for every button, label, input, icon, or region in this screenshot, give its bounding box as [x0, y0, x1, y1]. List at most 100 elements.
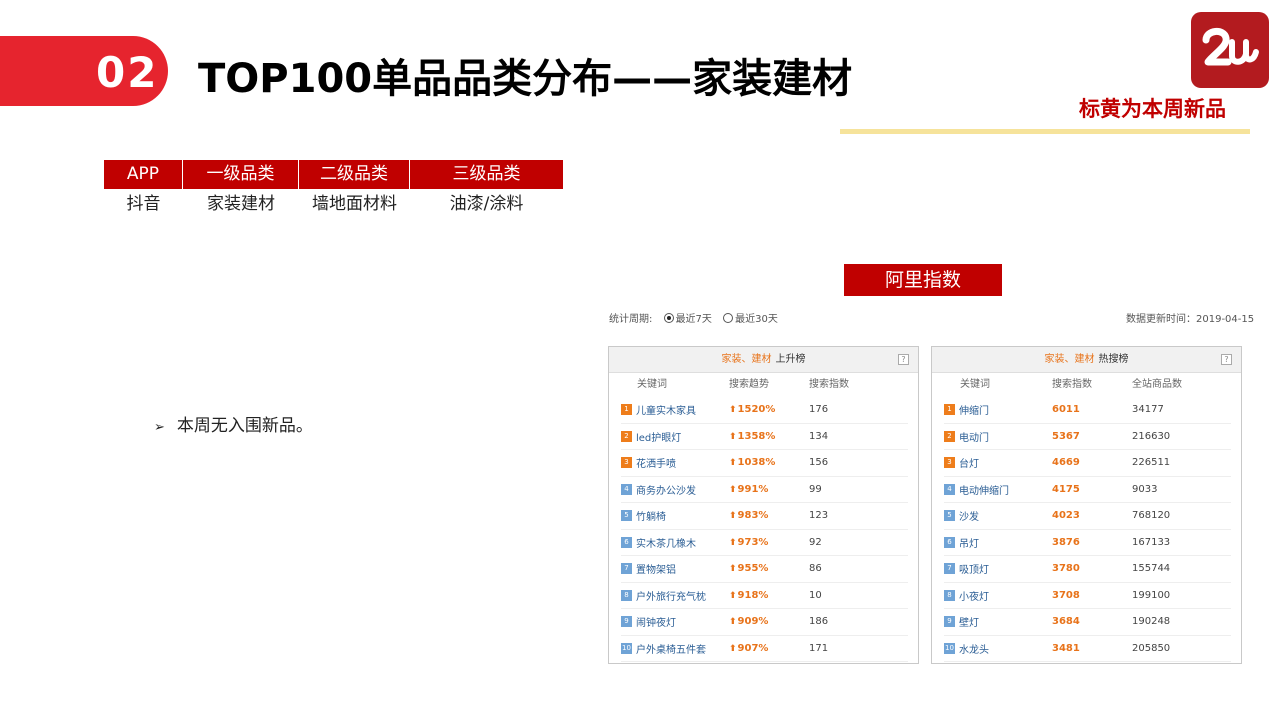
index-cell: 92: [809, 536, 822, 548]
keyword-cell[interactable]: 1 伸缩门: [944, 402, 1052, 417]
keyword-cell[interactable]: 9 壁灯: [944, 614, 1052, 629]
column-keyword: 关键词: [637, 379, 667, 390]
value-text: 991%: [737, 483, 769, 495]
table-row: 6 吊灯 3876 167133: [944, 530, 1231, 556]
rank-badge: 7: [944, 563, 955, 575]
radio-7-days[interactable]: [663, 313, 674, 323]
keyword-link[interactable]: 壁灯: [959, 614, 979, 629]
keyword-cell[interactable]: 7 吸顶灯: [944, 561, 1052, 576]
keyword-cell[interactable]: 8 户外旅行充气枕: [621, 588, 729, 603]
keyword-cell[interactable]: 2 电动门: [944, 429, 1052, 444]
radio-30-days[interactable]: [723, 313, 734, 323]
keyword-cell[interactable]: 10 户外桌椅五件套: [621, 641, 729, 656]
keyword-link[interactable]: 吸顶灯: [959, 561, 989, 576]
keyword-cell[interactable]: 6 实木茶几橡木: [621, 535, 729, 550]
option-7-days[interactable]: 最近7天: [676, 314, 712, 325]
arrow-bullet-icon: ➢: [154, 420, 165, 435]
index-cell: 9033: [1132, 483, 1158, 495]
header-app: APP: [104, 160, 183, 189]
index-cell: 167133: [1132, 536, 1171, 548]
index-cell: 34177: [1132, 404, 1164, 416]
keyword-link[interactable]: 小夜灯: [959, 588, 989, 603]
table-row: 8 户外旅行充气枕 ⬆918% 10: [621, 583, 908, 609]
value-cell: ⬆983%: [729, 510, 809, 521]
keyword-link[interactable]: 电动伸缩门: [959, 482, 1009, 497]
rank-badge: 4: [621, 483, 632, 495]
keyword-cell[interactable]: 6 吊灯: [944, 535, 1052, 550]
arrow-up-icon: ⬆: [729, 564, 737, 575]
keyword-link[interactable]: 置物架铝: [636, 561, 676, 576]
keyword-link[interactable]: 实木茶几橡木: [636, 535, 696, 550]
header-level2: 二级品类: [299, 160, 410, 189]
value-cell: ⬆991%: [729, 484, 809, 495]
keyword-link[interactable]: 台灯: [959, 455, 979, 470]
rising-list-category: 家装、建材: [721, 354, 772, 365]
keyword-cell[interactable]: 1 儿童实木家具: [621, 402, 729, 417]
rank-badge: 5: [944, 510, 955, 522]
table-row: 1 儿童实木家具 ⬆1520% 176: [621, 397, 908, 424]
keyword-cell[interactable]: 3 台灯: [944, 455, 1052, 470]
help-icon[interactable]: ?: [1221, 354, 1232, 365]
value-cell: ⬆973%: [729, 537, 809, 548]
keyword-link[interactable]: 伸缩门: [959, 402, 989, 417]
value-cell: 3708: [1052, 590, 1132, 601]
keyword-cell[interactable]: 5 竹躺椅: [621, 508, 729, 523]
value-cell: 3481: [1052, 643, 1132, 654]
rank-badge: 7: [621, 563, 632, 575]
index-cell: 134: [809, 430, 829, 442]
arrow-up-icon: ⬆: [729, 643, 737, 654]
keyword-cell[interactable]: 4 商务办公沙发: [621, 482, 729, 497]
table-row: 10 户外桌椅五件套 ⬆907% 171: [621, 636, 908, 662]
table-row: 9 壁灯 3684 190248: [944, 609, 1231, 636]
option-30-days[interactable]: 最近30天: [735, 314, 778, 325]
period-label: 统计周期:: [609, 314, 653, 325]
keyword-cell[interactable]: 3 花洒手喷: [621, 455, 729, 470]
keyword-link[interactable]: 电动门: [959, 429, 989, 444]
rank-badge: 9: [621, 616, 632, 628]
rank-badge: 8: [621, 589, 632, 601]
rank-badge: 1: [944, 404, 955, 416]
rising-list-header: 家装、建材 上升榜 ?: [609, 347, 918, 373]
keyword-link[interactable]: led护眼灯: [636, 429, 681, 444]
value-cell: ⬆955%: [729, 563, 809, 574]
value-cell: 3876: [1052, 537, 1132, 548]
table-row: 6 实木茶几橡木 ⬆973% 92: [621, 530, 908, 556]
help-icon[interactable]: ?: [898, 354, 909, 365]
value-text: 973%: [737, 536, 769, 548]
value-text: 1520%: [737, 404, 776, 416]
keyword-link[interactable]: 竹躺椅: [636, 508, 666, 523]
keyword-link[interactable]: 商务办公沙发: [636, 482, 696, 497]
keyword-cell[interactable]: 10 水龙头: [944, 641, 1052, 656]
table-row: 4 电动伸缩门 4175 9033: [944, 477, 1231, 503]
keyword-link[interactable]: 闹钟夜灯: [636, 614, 676, 629]
value-text: 907%: [737, 642, 769, 654]
keyword-link[interactable]: 户外桌椅五件套: [636, 641, 706, 656]
value-text: 4023: [1052, 510, 1080, 522]
rising-list-columns: 关键词 搜索趋势 搜索指数: [609, 373, 918, 397]
keyword-link[interactable]: 沙发: [959, 508, 979, 523]
index-cell: 155744: [1132, 563, 1171, 575]
keyword-link[interactable]: 吊灯: [959, 535, 979, 550]
keyword-link[interactable]: 水龙头: [959, 641, 989, 656]
keyword-cell[interactable]: 5 沙发: [944, 508, 1052, 523]
keyword-link[interactable]: 花洒手喷: [636, 455, 676, 470]
hot-search-rows: 1 伸缩门 6011 34177 2 电动门 5367 216630 3 台灯 4669 226511…: [932, 397, 1241, 662]
period-selector: 统计周期: 最近7天 最近30天: [609, 310, 778, 325]
arrow-up-icon: ⬆: [729, 484, 737, 495]
section-number-badge: 02: [0, 36, 168, 106]
arrow-up-icon: ⬆: [729, 458, 737, 469]
keyword-link[interactable]: 户外旅行充气枕: [636, 588, 706, 603]
value-cell: 6011: [1052, 404, 1132, 415]
index-cell: 99: [809, 483, 822, 495]
keyword-cell[interactable]: 9 闹钟夜灯: [621, 614, 729, 629]
keyword-link[interactable]: 儿童实木家具: [636, 402, 696, 417]
rank-badge: 2: [944, 430, 955, 442]
keyword-cell[interactable]: 4 电动伸缩门: [944, 482, 1052, 497]
hot-search-kind: 热搜榜: [1098, 354, 1129, 365]
keyword-cell[interactable]: 8 小夜灯: [944, 588, 1052, 603]
value-cell: ⬆907%: [729, 643, 809, 654]
table-row: 3 花洒手喷 ⬆1038% 156: [621, 450, 908, 477]
value-text: 4175: [1052, 483, 1080, 495]
keyword-cell[interactable]: 7 置物架铝: [621, 561, 729, 576]
keyword-cell[interactable]: 2 led护眼灯: [621, 429, 729, 444]
